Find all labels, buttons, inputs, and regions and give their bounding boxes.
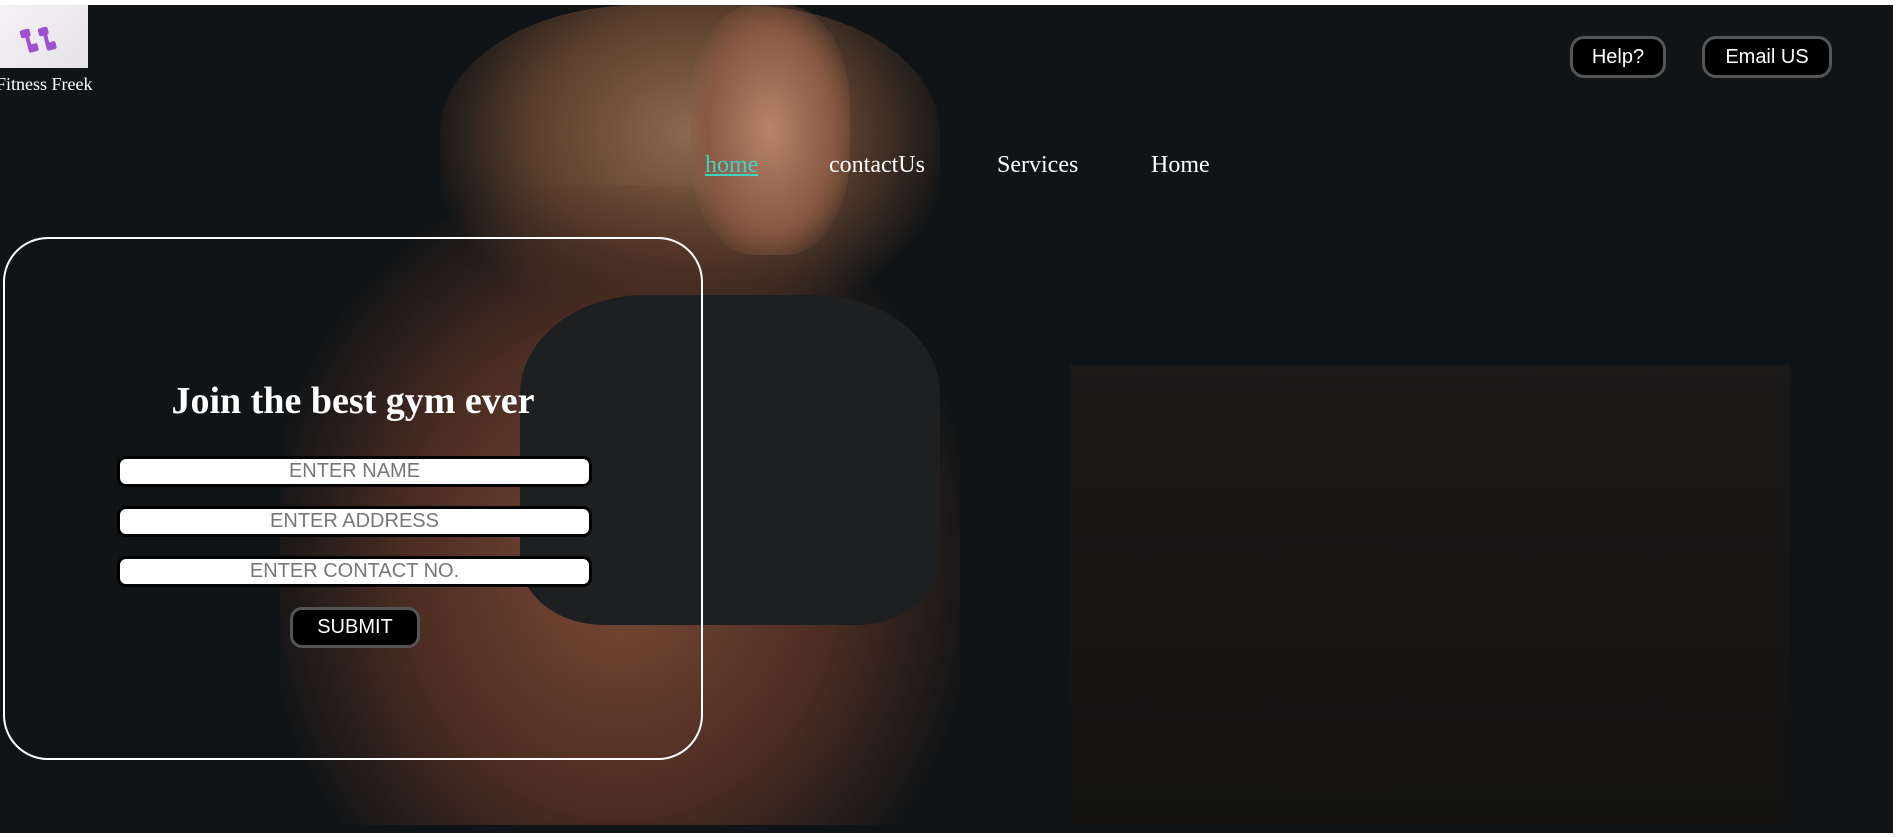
email-us-button[interactable]: Email US — [1702, 36, 1832, 78]
name-input[interactable] — [117, 456, 592, 487]
submit-button[interactable]: SUBMIT — [290, 607, 420, 648]
nav-link-services[interactable]: Services — [997, 152, 1078, 179]
help-button[interactable]: Help? — [1570, 36, 1666, 78]
nav-link-home[interactable]: home — [705, 152, 758, 179]
brand-name: Fitness Freek — [0, 74, 93, 94]
dumbbells-icon — [19, 26, 57, 53]
address-input[interactable] — [117, 506, 592, 537]
join-form: Join the best gym ever SUBMIT — [3, 237, 703, 760]
form-title: Join the best gym ever — [171, 380, 535, 422]
hero-photo-neck — [690, 5, 850, 255]
hero-photo-bench — [1070, 365, 1790, 825]
nav-link-contact-us[interactable]: contactUs — [829, 152, 925, 179]
logo-image[interactable] — [0, 5, 88, 68]
contact-number-input[interactable] — [117, 556, 592, 587]
nav-link-home-2[interactable]: Home — [1151, 152, 1210, 179]
